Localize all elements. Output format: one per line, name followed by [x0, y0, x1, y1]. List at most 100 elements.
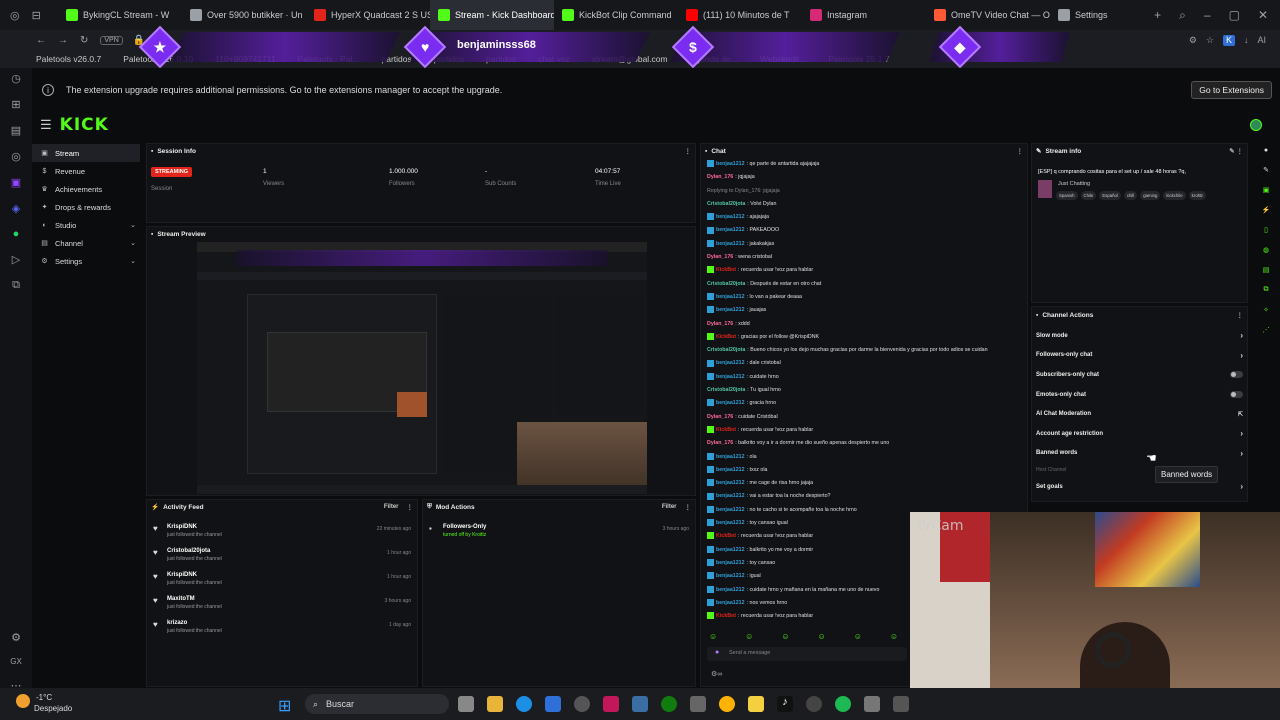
quick-action-icon[interactable]: ⚡ — [1262, 206, 1271, 214]
chat-username[interactable]: benjaa1212 — [716, 400, 745, 406]
nav-item-studio[interactable]: ◐ Studio ⌄ — [32, 216, 140, 234]
activity-user[interactable]: KrispiDNK — [167, 572, 222, 578]
edit-icon[interactable]: ✎ ⋮ — [1229, 147, 1243, 155]
opera-gx-icon[interactable] — [603, 696, 619, 712]
chat-username[interactable]: Cristobal20jota — [707, 347, 745, 353]
chat-username[interactable]: benjaa1212 — [716, 520, 745, 526]
chat-username[interactable]: benjaa1212 — [716, 241, 745, 247]
channel-action-followers-only-chat[interactable]: Followers-only chat › — [1032, 346, 1247, 366]
vpn-badge[interactable]: VPN — [100, 35, 123, 45]
opera-menu-icon[interactable]: ◎ — [10, 9, 20, 22]
chat-username[interactable]: KickBot — [716, 427, 736, 433]
profile-icon[interactable]: K — [1222, 34, 1235, 46]
player-icon[interactable]: ▷ — [12, 253, 20, 266]
downloads-icon[interactable]: ↓ — [1244, 35, 1249, 46]
panel-menu-icon[interactable]: ⋮ — [1237, 311, 1244, 319]
chat-username[interactable]: Dylan_176 — [707, 440, 733, 446]
minimize-icon[interactable]: – — [1204, 8, 1211, 23]
browser-tab[interactable]: HyperX Quadcast 2 S US — [306, 0, 430, 30]
stream-tag[interactable]: Chile — [1080, 191, 1097, 200]
browser-tab[interactable]: Over 5900 butikker · Un — [182, 0, 306, 30]
activity-user[interactable]: Cristobal20jota — [167, 548, 222, 554]
emote-icon[interactable]: ☺ — [781, 632, 789, 641]
spotify-icon[interactable] — [835, 696, 851, 712]
workspace-icon[interactable]: ⊟ — [32, 9, 41, 22]
emote-icon[interactable]: ☺ — [890, 632, 898, 641]
stream-tag[interactable]: chill — [1123, 191, 1138, 200]
activity-user[interactable]: krizazo — [167, 620, 222, 626]
chat-username[interactable]: benjaa1212 — [716, 560, 745, 566]
close-icon[interactable]: ✕ — [1258, 8, 1268, 23]
quick-action-icon[interactable]: ▣ — [1263, 186, 1270, 194]
channel-action-slow-mode[interactable]: Slow mode › — [1032, 326, 1247, 346]
panel-menu-icon[interactable]: ⋮ — [685, 503, 692, 511]
reload-icon[interactable]: ↻ — [80, 35, 88, 46]
user-avatar[interactable] — [1250, 119, 1262, 131]
stream-tag[interactable]: gaming — [1140, 191, 1161, 200]
tiktok-icon[interactable]: ♪ — [777, 696, 793, 712]
chat-username[interactable]: benjaa1212 — [716, 600, 745, 606]
taskbar-search[interactable]: ⌕ Buscar — [305, 694, 449, 714]
activity-user[interactable]: KrispiDNK — [167, 524, 222, 530]
whatsapp-icon[interactable]: ● — [13, 228, 20, 240]
kick-logo[interactable]: KICK — [60, 115, 109, 135]
panel-menu-icon[interactable]: ⋮ — [1017, 147, 1024, 155]
chat-settings-icon[interactable]: ⚙∞ — [711, 670, 722, 678]
chat-username[interactable]: KickBot — [716, 533, 736, 539]
browser-tab[interactable]: Instagram — [802, 0, 926, 30]
new-tab-icon[interactable]: + — [1154, 8, 1161, 23]
chat-username[interactable]: benjaa1212 — [716, 587, 745, 593]
panel-menu-icon[interactable]: ⋮ — [685, 147, 692, 155]
channel-action-ai-chat-moderation[interactable]: AI Chat Moderation ⇱ — [1032, 404, 1247, 424]
browser-tab[interactable]: Settings — [1050, 0, 1110, 30]
browser-tab[interactable]: KickBot Clip Command — [554, 0, 678, 30]
emote-icon[interactable]: ☺ — [854, 632, 862, 641]
chat-username[interactable]: benjaa1212 — [716, 227, 745, 233]
chat-username[interactable]: Cristobal20jota — [707, 387, 745, 393]
toggle-switch[interactable] — [1230, 391, 1243, 399]
chat-username[interactable]: Dylan_176 — [707, 414, 733, 420]
browser-tab[interactable]: (111) 10 Minutos de T — [678, 0, 802, 30]
chat-username[interactable]: benjaa1212 — [716, 454, 745, 460]
browser-tab[interactable]: OmeTV Video Chat — Or — [926, 0, 1050, 30]
chat-username[interactable]: Cristobal20jota — [707, 201, 745, 207]
go-to-extensions-button[interactable]: Go to Extensions — [1191, 81, 1272, 99]
pencil-icon[interactable]: ✎ — [1263, 166, 1269, 174]
history-icon[interactable]: ◷ — [11, 72, 21, 85]
chat-username[interactable]: benjaa1212 — [716, 480, 745, 486]
chat-username[interactable]: Dylan_176 — [707, 254, 733, 260]
chat-username[interactable]: KickBot — [716, 267, 736, 273]
store-icon[interactable] — [632, 696, 648, 712]
chat-username[interactable]: benjaa1212 — [716, 493, 745, 499]
quick-action-icon[interactable]: ◍ — [1263, 246, 1269, 254]
chat-username[interactable]: benjaa1212 — [716, 507, 745, 513]
extension-icon[interactable]: ⚙ — [1189, 35, 1197, 46]
chat-input[interactable]: Send a message — [707, 647, 907, 661]
filter-button[interactable]: Filter — [384, 504, 399, 510]
settings-icon[interactable] — [864, 696, 880, 712]
emote-icon[interactable]: ☺ — [709, 632, 717, 641]
chat-username[interactable]: KickBot — [716, 334, 736, 340]
quick-action-icon[interactable]: ▯ — [1264, 226, 1268, 234]
app-icon[interactable] — [545, 696, 561, 712]
file-explorer-icon[interactable] — [487, 696, 503, 712]
tabs-icon[interactable]: ⧉ — [12, 279, 20, 292]
nav-item-revenue[interactable]: $ Revenue — [32, 162, 140, 180]
stream-category[interactable]: Just Chatting — [1058, 181, 1090, 187]
chat-username[interactable]: benjaa1212 — [716, 360, 745, 366]
mic-icon[interactable]: ● — [715, 649, 719, 656]
chat-username[interactable]: Cristobal20jota — [707, 281, 745, 287]
quick-action-icon[interactable]: ✧ — [1263, 306, 1269, 314]
app-icon[interactable] — [719, 696, 735, 712]
news-icon[interactable]: ▤ — [11, 124, 21, 137]
chat-username[interactable]: benjaa1212 — [716, 467, 745, 473]
quick-action-icon[interactable]: ▤ — [1263, 266, 1270, 274]
browser-tab[interactable]: BykingCL Stream - W — [58, 0, 182, 30]
chat-username[interactable]: benjaa1212 — [716, 547, 745, 553]
stream-tag[interactable]: kickchile — [1163, 191, 1186, 200]
chat-username[interactable]: Dylan_176 — [707, 321, 733, 327]
task-view-icon[interactable] — [458, 696, 474, 712]
forward-icon[interactable]: → — [58, 35, 68, 46]
channel-action-banned-words[interactable]: Banned words › — [1032, 444, 1247, 464]
chat-username[interactable]: benjaa1212 — [716, 214, 745, 220]
